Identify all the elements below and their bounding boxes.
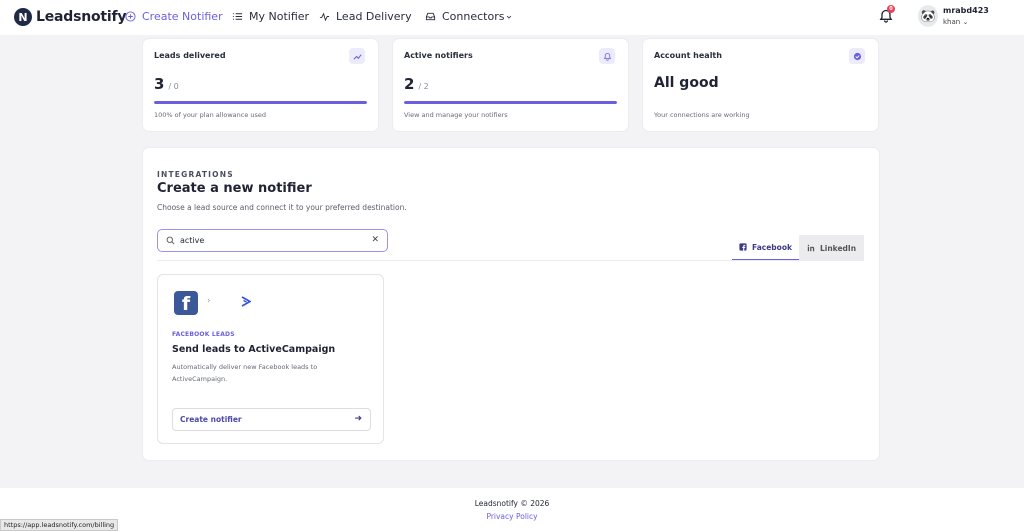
- tabs-divider: [157, 260, 864, 261]
- stat-label: Account health: [654, 51, 722, 60]
- chevron-right-icon: ›: [207, 296, 211, 306]
- integration-card[interactable]: f › FACEBOOK LEADS Send leads to ActiveC…: [157, 274, 384, 444]
- logo-mark-icon: N: [14, 8, 32, 26]
- section-eyebrow: INTEGRATIONS: [157, 170, 234, 179]
- nav-create-notifier[interactable]: Create Notifier: [125, 10, 223, 23]
- bell-icon: [599, 48, 615, 64]
- nav-lead-delivery[interactable]: Lead Delivery: [319, 10, 412, 23]
- avatar[interactable]: 🐼: [918, 5, 938, 27]
- nav-my-notifier[interactable]: My Notifier: [232, 10, 309, 23]
- brand-logo[interactable]: N Leadsnotify: [14, 8, 127, 26]
- tab-facebook[interactable]: Facebook: [732, 235, 799, 261]
- stat-value: 3/ 0: [154, 75, 179, 93]
- stat-card-leads: Leads delivered 3/ 0 100% of your plan a…: [143, 39, 378, 131]
- list-icon: [232, 13, 243, 20]
- search-box: ✕: [157, 229, 388, 252]
- stat-label: Active notifiers: [404, 51, 473, 60]
- nav-connectors-label: Connectors: [442, 10, 505, 23]
- section-title: Create a new notifier: [157, 181, 312, 196]
- card-eyebrow: FACEBOOK LEADS: [172, 331, 235, 338]
- stat-value: 2/ 2: [404, 75, 429, 93]
- inbox-icon: [425, 12, 436, 21]
- section-subtitle: Choose a lead source and connect it to y…: [157, 203, 407, 212]
- chevron-down-icon: ⌄: [962, 18, 969, 26]
- stat-card-notifiers: Active notifiers 2/ 2 View and manage yo…: [393, 39, 628, 131]
- progress-fill: [404, 101, 617, 104]
- nav-delivery-label: Lead Delivery: [336, 10, 412, 23]
- card-title: Send leads to ActiveCampaign: [172, 344, 336, 355]
- user-name[interactable]: mrabd423: [943, 6, 989, 15]
- footer: Leadsnotify © 2026 Privacy Policy: [0, 488, 1024, 531]
- stat-value: All good: [654, 75, 719, 91]
- user-menu-toggle[interactable]: khan ⌄: [943, 18, 968, 26]
- plus-circle-icon: [125, 11, 136, 22]
- stat-subtext: 100% of your plan allowance used: [154, 111, 267, 119]
- progress-bar: [154, 101, 367, 104]
- stat-subtext: Your connections are working: [654, 111, 750, 119]
- status-bar-url: https://app.leadsnotify.com/billing: [0, 519, 119, 531]
- search-input[interactable]: [180, 233, 365, 248]
- tab-linkedin[interactable]: LinkedIn: [799, 235, 864, 261]
- search-icon: [166, 236, 175, 245]
- top-navbar: N Leadsnotify Create Notifier My Notifie…: [0, 0, 1024, 35]
- activecampaign-logo-icon: [241, 296, 251, 307]
- arrow-right-icon: ➜: [354, 414, 362, 424]
- notification-badge: 0: [887, 5, 895, 13]
- stat-card-health: Account health All good Your connections…: [643, 39, 878, 131]
- facebook-logo-icon: f: [174, 291, 198, 315]
- create-notifier-button[interactable]: Create notifier ➜: [172, 408, 371, 431]
- nav-connectors[interactable]: Connectors: [425, 10, 513, 23]
- activity-icon: [319, 12, 330, 22]
- footer-copyright: Leadsnotify © 2026: [474, 499, 550, 508]
- button-label: Create notifier: [180, 415, 242, 424]
- progress-bar: [404, 101, 617, 104]
- check-circle-icon: [849, 48, 865, 64]
- nav-my-label: My Notifier: [249, 10, 310, 23]
- facebook-icon: [739, 243, 747, 251]
- tab-label: Facebook: [752, 242, 792, 252]
- nav-create-label: Create Notifier: [142, 10, 223, 23]
- user-sub-label: khan: [943, 18, 961, 26]
- chart-line-icon: [349, 48, 365, 64]
- brand-name: Leadsnotify: [36, 9, 127, 25]
- linkedin-icon: [807, 244, 815, 252]
- privacy-policy-link[interactable]: Privacy Policy: [0, 512, 1024, 521]
- stat-subtext: View and manage your notifiers: [404, 111, 508, 119]
- card-description: Automatically deliver new Facebook leads…: [172, 363, 318, 383]
- chevron-down-icon: [507, 15, 512, 19]
- stat-label: Leads delivered: [154, 51, 226, 60]
- clear-search-icon[interactable]: ✕: [371, 235, 379, 245]
- progress-fill: [154, 101, 367, 104]
- tab-label: LinkedIn: [819, 243, 857, 253]
